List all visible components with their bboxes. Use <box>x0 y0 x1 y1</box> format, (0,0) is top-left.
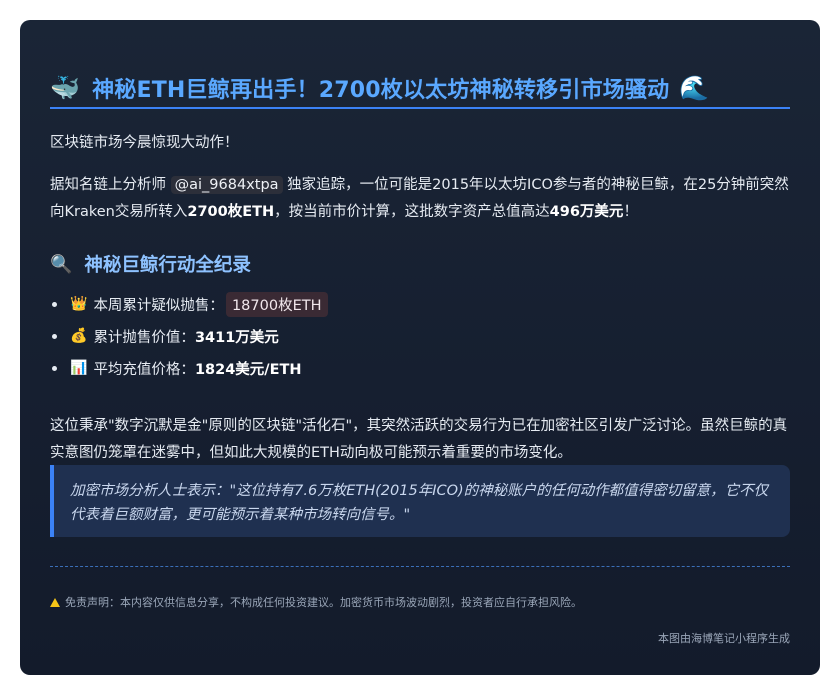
analyst-handle: @ai_9684xtpa <box>170 176 283 194</box>
list-item: 💰 累计抛售价值： 3411万美元 <box>50 320 328 352</box>
dashed-divider <box>50 566 790 567</box>
money-bag-icon: 💰 <box>70 328 88 344</box>
footer-note: 本图由海博笔记小程序生成 <box>658 632 790 645</box>
stat-value: 1824美元/ETH <box>194 361 302 378</box>
story-suffix: ！ <box>623 204 638 220</box>
section-title: 🔍 神秘巨鲸行动全纪录 <box>50 249 251 279</box>
stat-label: 平均充值价格： <box>93 361 195 378</box>
list-item: 👑 本周累计疑似抛售： 18700枚ETH <box>50 288 328 320</box>
magnifier-icon: 🔍 <box>50 253 73 275</box>
stat-label: 累计抛售价值： <box>93 329 195 346</box>
stat-value: 18700枚ETH <box>225 291 328 317</box>
wave-icon: 🌊 <box>679 74 710 102</box>
story-total: 496万美元 <box>549 204 624 220</box>
closing-paragraph: 这位秉承"数字沉默是金"原则的区块链"活化石"，其突然活跃的交易行为已在加密社区… <box>50 418 788 461</box>
stat-label: 本周累计疑似抛售： <box>93 297 224 314</box>
story-prefix: 据知名链上分析师 <box>50 177 166 193</box>
story-paragraph: 据知名链上分析师 @ai_9684xtpa 独家追踪，一位可能是2015年以太坊… <box>50 172 790 226</box>
page-title-text: 神秘ETH巨鲸再出手！2700枚以太坊神秘转移引市场骚动 <box>92 78 670 103</box>
analyst-quote: 加密市场分析人士表示："这位持有7.6万枚ETH(2015年ICO)的神秘账户的… <box>50 465 790 537</box>
story-amount: 2700枚ETH <box>187 204 275 220</box>
disclaimer: 免责声明：本内容仅供信息分享，不构成任何投资建议。加密货币市场波动剧烈，投资者应… <box>50 594 582 610</box>
warning-icon <box>50 597 60 607</box>
disclaimer-text: 免责声明：本内容仅供信息分享，不构成任何投资建议。加密货币市场波动剧烈，投资者应… <box>65 596 582 609</box>
stat-value: 3411万美元 <box>194 329 279 346</box>
list-item: 📊 平均充值价格： 1824美元/ETH <box>50 352 328 384</box>
story-middle2: ，按当前市价计算，这批数字资产总值高达 <box>274 204 550 220</box>
section-title-text: 神秘巨鲸行动全纪录 <box>84 255 251 276</box>
whale-icon: 🐳 <box>50 74 81 102</box>
bar-chart-icon: 📊 <box>70 360 88 376</box>
title-divider <box>50 107 790 109</box>
page-title: 🐳 神秘ETH巨鲸再出手！2700枚以太坊神秘转移引市场骚动 🌊 <box>50 68 790 108</box>
intro-paragraph: 区块链市场今晨惊现大动作！ <box>50 135 239 151</box>
article-card: 🐳 神秘ETH巨鲸再出手！2700枚以太坊神秘转移引市场骚动 🌊 区块链市场今晨… <box>20 20 820 675</box>
crown-icon: 👑 <box>70 296 88 312</box>
stats-list: 👑 本周累计疑似抛售： 18700枚ETH 💰 累计抛售价值： 3411万美元 … <box>50 288 328 384</box>
